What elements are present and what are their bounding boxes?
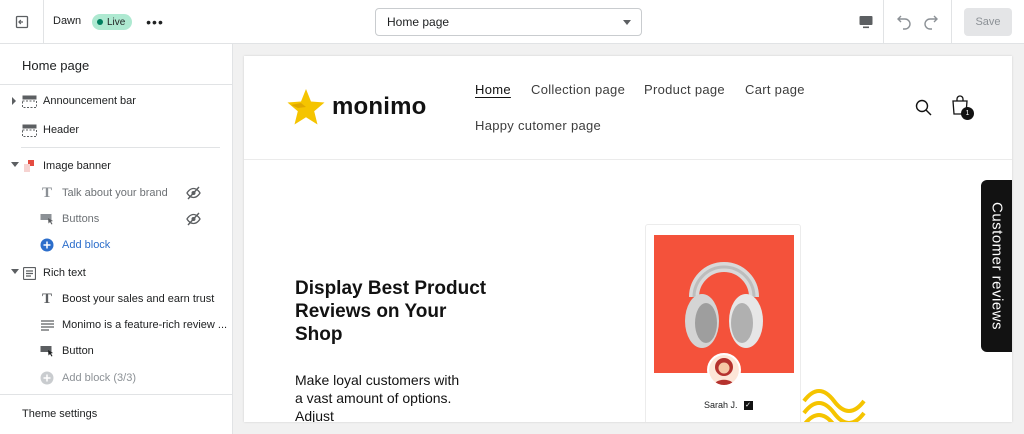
button-icon: [39, 211, 55, 227]
theme-settings-label: Theme settings: [22, 408, 98, 420]
sections-sidebar: Home page Announcement bar Header Image …: [0, 44, 233, 434]
star-logo-icon: [287, 89, 325, 125]
save-button[interactable]: Save: [964, 8, 1012, 36]
reviewer-name-text: Sarah J.: [704, 400, 738, 410]
reviewer-name: Sarah J. ✓: [704, 400, 753, 410]
more-actions-button[interactable]: •••: [145, 12, 165, 32]
theme-settings-button[interactable]: Theme settings: [0, 394, 232, 434]
block-button[interactable]: Button: [0, 338, 232, 364]
chevron-right-icon[interactable]: [11, 97, 17, 105]
block-label: Monimo is a feature-rich review ...: [62, 319, 228, 331]
block-label: Buttons: [62, 213, 100, 225]
search-icon[interactable]: [915, 99, 932, 116]
add-block-label: Add block: [62, 239, 111, 251]
add-block-label: Add block (3/3): [62, 372, 136, 384]
editor-topbar: Dawn Live ••• Home page Save: [0, 0, 1024, 44]
divider: [0, 84, 232, 85]
more-icon: •••: [146, 14, 164, 30]
theme-name: Dawn: [53, 15, 82, 27]
header-icon: [21, 122, 37, 138]
avatar: [707, 353, 741, 387]
chevron-down-icon[interactable]: [11, 162, 19, 168]
status-badge: Live: [92, 14, 133, 30]
desktop-icon: [859, 16, 872, 29]
exit-icon: [15, 15, 28, 29]
section-label: Rich text: [43, 267, 86, 279]
plus-circle-icon: [39, 370, 55, 386]
store-logo[interactable]: monimo: [286, 88, 427, 126]
undo-button[interactable]: [893, 10, 915, 32]
block-paragraph[interactable]: Monimo is a feature-rich review ...: [0, 312, 232, 338]
section-image-banner[interactable]: Image banner: [0, 153, 232, 179]
block-label: Boost your sales and earn trust: [62, 293, 215, 305]
rich-text-icon: [21, 265, 37, 281]
status-badge-label: Live: [107, 16, 126, 28]
plus-circle-icon: [39, 237, 55, 253]
block-label: Talk about your brand: [62, 187, 168, 199]
device-preview-button[interactable]: [848, 0, 884, 44]
logo-text: monimo: [332, 93, 427, 120]
page-selector-value: Home page: [387, 15, 450, 29]
chevron-down-icon: [623, 20, 631, 25]
block-label: Button: [62, 345, 94, 357]
button-icon: [39, 343, 55, 359]
verified-check-icon: ✓: [743, 400, 753, 410]
decorative-waves: [802, 389, 866, 422]
section-announcement-bar[interactable]: Announcement bar: [0, 88, 232, 114]
image-banner-icon: [21, 158, 37, 174]
paragraph-icon: [39, 317, 55, 333]
sidebar-title: Home page: [22, 58, 90, 73]
redo-icon: [924, 15, 938, 30]
block-heading[interactable]: T Boost your sales and earn trust: [0, 286, 232, 312]
live-dot: [97, 19, 103, 25]
page-selector[interactable]: Home page: [375, 8, 642, 36]
review-card: Sarah J. ✓: [645, 224, 801, 422]
exit-button[interactable]: [0, 0, 44, 44]
banner-text: Make loyal customers with a vast amount …: [295, 372, 460, 422]
nav-product-page[interactable]: Product page: [644, 82, 725, 97]
text-icon: T: [41, 184, 52, 201]
customer-reviews-label: Customer reviews: [988, 201, 1006, 331]
nav-cart-page[interactable]: Cart page: [745, 82, 805, 97]
add-block-button-disabled: Add block (3/3): [0, 365, 232, 391]
redo-button[interactable]: [920, 10, 942, 32]
store-header: monimo Home Collection page Product page…: [244, 56, 1012, 160]
text-icon: T: [41, 290, 52, 307]
announcement-bar-icon: [21, 93, 37, 109]
section-label: Announcement bar: [43, 95, 136, 107]
nav-collection-page[interactable]: Collection page: [531, 82, 625, 97]
toolbar-divider: [951, 0, 952, 44]
section-rich-text[interactable]: Rich text: [0, 260, 232, 286]
nav-home[interactable]: Home: [475, 82, 511, 97]
section-header[interactable]: Header: [0, 117, 232, 143]
store-preview[interactable]: monimo Home Collection page Product page…: [244, 56, 1012, 422]
section-label: Image banner: [43, 160, 111, 172]
cart-count-badge: 1: [961, 107, 974, 120]
section-label: Header: [43, 124, 80, 136]
customer-reviews-tab[interactable]: Customer reviews: [981, 180, 1012, 352]
divider: [21, 147, 220, 148]
banner-heading: Display Best Product Reviews on Your Sho…: [295, 278, 487, 345]
add-block-button[interactable]: Add block: [0, 232, 232, 258]
chevron-down-icon[interactable]: [11, 269, 19, 275]
eye-off-icon[interactable]: [186, 212, 201, 226]
nav-happy-customer-page[interactable]: Happy cutomer page: [475, 118, 601, 133]
block-talk-about-your-brand[interactable]: T Talk about your brand: [0, 180, 232, 206]
eye-off-icon[interactable]: [186, 186, 201, 200]
block-buttons[interactable]: Buttons: [0, 206, 232, 232]
undo-icon: [897, 15, 911, 30]
